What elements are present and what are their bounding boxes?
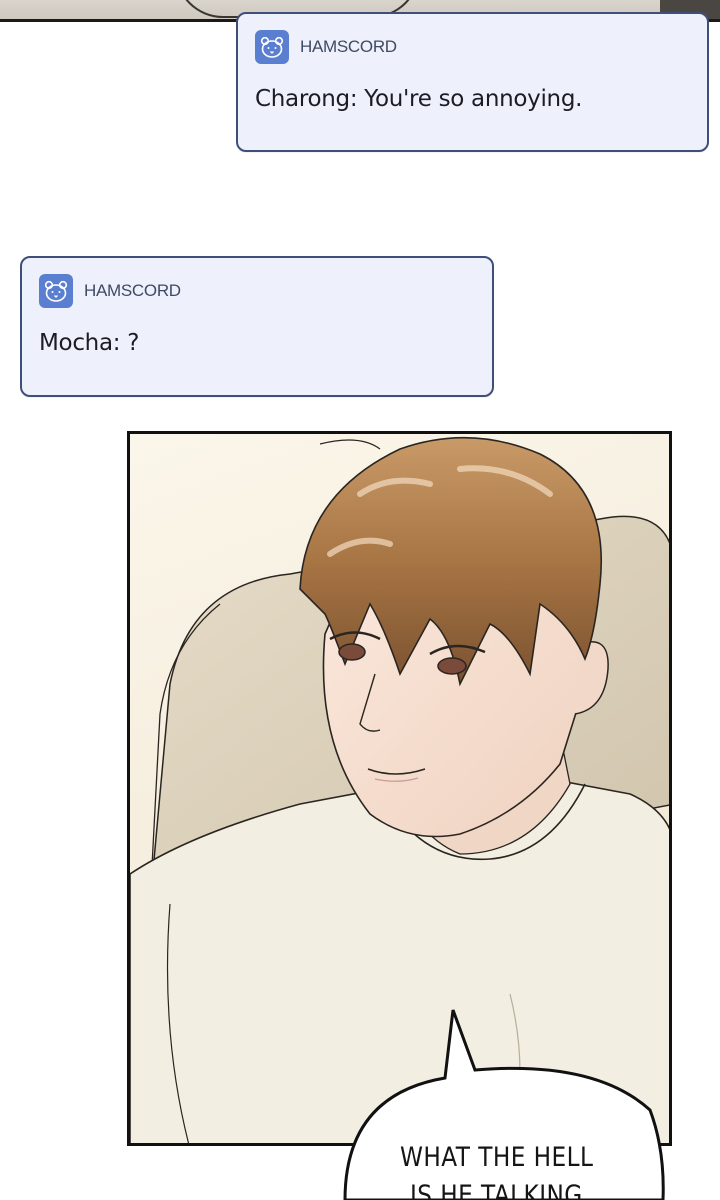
notification-card-mocha[interactable]: HAMSCORD Mocha: ?	[20, 256, 494, 397]
hamster-icon	[255, 30, 289, 64]
speech-text-line-1: WHAT THE HELL	[400, 1142, 594, 1173]
app-name: HAMSCORD	[84, 281, 181, 300]
notification-message: Mocha: ?	[39, 330, 140, 356]
app-name: HAMSCORD	[300, 37, 397, 56]
notification-header: HAMSCORD	[39, 274, 181, 308]
notification-message: Charong: You're so annoying.	[255, 86, 583, 112]
notification-header: HAMSCORD	[255, 30, 397, 64]
speech-text-line-2: IS HE TALKING	[410, 1180, 583, 1200]
hamster-icon	[39, 274, 73, 308]
notification-card-charong[interactable]: HAMSCORD Charong: You're so annoying.	[236, 12, 709, 152]
